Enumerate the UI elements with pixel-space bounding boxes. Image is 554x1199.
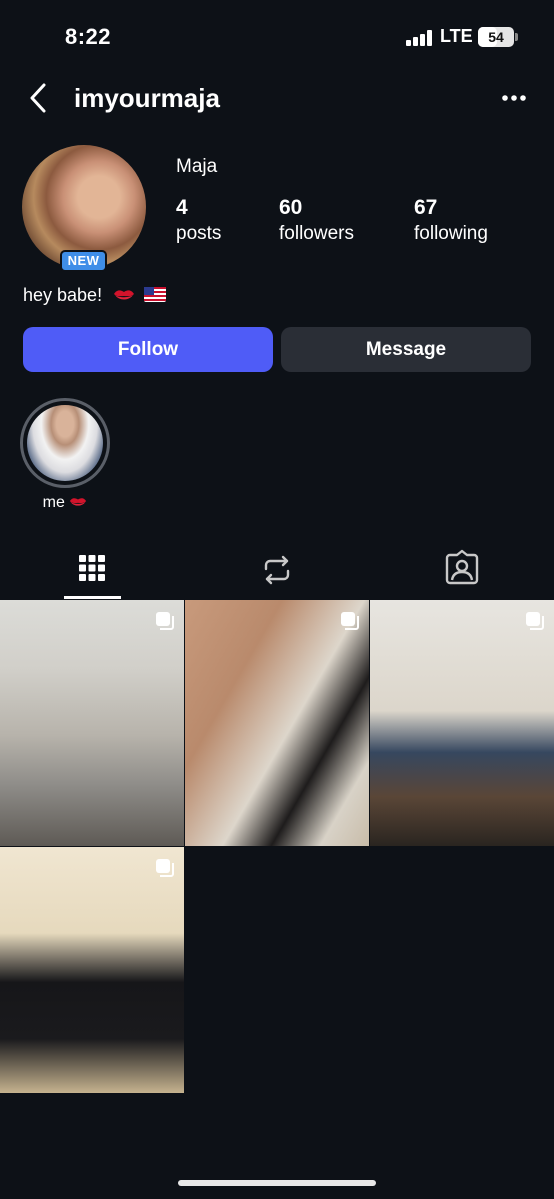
message-button[interactable]: Message	[281, 327, 531, 372]
stat-following-label: following	[414, 223, 488, 244]
post-thumbnail[interactable]	[0, 847, 184, 1093]
more-options-icon[interactable]	[498, 84, 534, 112]
stat-posts[interactable]: 4 posts	[176, 196, 221, 245]
tab-tagged[interactable]	[434, 545, 490, 595]
tagged-person-icon	[445, 549, 479, 585]
profile-bio: hey babe!	[23, 285, 167, 306]
active-tab-indicator	[64, 596, 121, 599]
post-thumbnail[interactable]	[185, 600, 369, 846]
follow-button[interactable]: Follow	[23, 327, 273, 372]
profile-username: imyourmaja	[74, 83, 220, 113]
kiss-mark-icon	[113, 286, 135, 300]
kiss-mark-icon	[70, 498, 87, 506]
tab-reposts[interactable]	[249, 545, 305, 595]
new-badge: NEW	[60, 250, 107, 272]
post-thumbnail[interactable]	[370, 600, 554, 846]
stat-followers-count: 60	[279, 196, 303, 219]
signal-strength-icon	[406, 30, 434, 46]
highlight-me[interactable]	[20, 398, 110, 488]
highlight-label-text: me	[42, 494, 65, 511]
post-thumbnail[interactable]	[0, 600, 184, 846]
grid-icon	[79, 555, 105, 581]
tab-posts-grid[interactable]	[64, 545, 120, 595]
network-type: LTE	[440, 26, 473, 46]
stat-posts-count: 4	[176, 196, 188, 219]
us-flag-icon	[144, 286, 167, 302]
battery-icon: 54	[478, 27, 514, 47]
multiple-media-icon	[156, 859, 174, 877]
stat-followers[interactable]: 60 followers	[279, 196, 354, 245]
back-arrow-icon[interactable]	[24, 80, 56, 116]
multiple-media-icon	[341, 612, 359, 630]
status-bar: 8:22 LTE 54	[0, 0, 554, 72]
profile-header: imyourmaja	[0, 72, 554, 128]
display-name: Maja	[176, 156, 218, 177]
bio-text: hey babe!	[23, 285, 103, 305]
highlight-cover	[27, 405, 103, 481]
status-time: 8:22	[65, 24, 112, 49]
highlight-label: me	[20, 494, 110, 512]
multiple-media-icon	[526, 612, 544, 630]
home-indicator[interactable]	[178, 1180, 376, 1186]
stat-following-count: 67	[414, 196, 438, 219]
battery-level: 54	[488, 29, 504, 45]
stat-followers-label: followers	[279, 223, 354, 244]
multiple-media-icon	[156, 612, 174, 630]
stat-posts-label: posts	[176, 223, 222, 244]
stat-following[interactable]: 67 following	[414, 196, 488, 245]
battery-tip	[515, 33, 518, 41]
repost-icon	[264, 555, 290, 585]
